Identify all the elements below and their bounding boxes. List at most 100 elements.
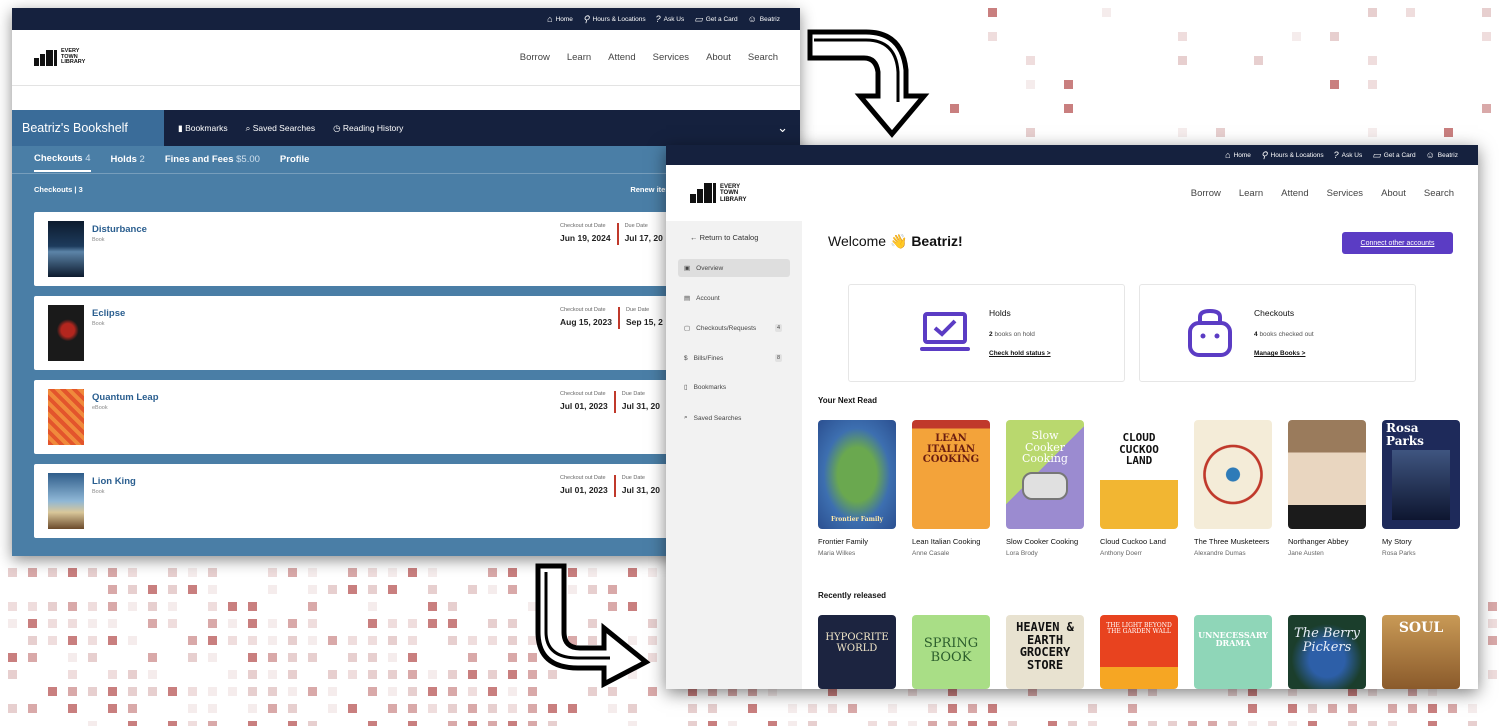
subtab-profile[interactable]: Profile xyxy=(280,154,310,165)
utility-ask[interactable]: ? Ask Us xyxy=(1334,150,1363,160)
book-card[interactable]: Slow Cooker Cooking Slow Cooker Cooking … xyxy=(1006,420,1084,557)
book-card[interactable]: Rosa Parks My Story Rosa Parks xyxy=(1382,420,1460,557)
sidebar-item-account[interactable]: ▤ Account xyxy=(678,289,790,307)
sidebar-item-bookmarks[interactable]: ▯ Bookmarks xyxy=(678,378,790,396)
book-title[interactable]: The Three Musketeers xyxy=(1194,537,1272,547)
pixel-square xyxy=(488,585,497,594)
item-title[interactable]: Quantum Leap xyxy=(92,392,159,403)
nav-borrow[interactable]: Borrow xyxy=(1191,188,1221,199)
item-title[interactable]: Eclipse xyxy=(92,308,125,319)
check-hold-status-link[interactable]: Check hold status > xyxy=(989,350,1051,357)
book-card[interactable]: LEAN ITALIAN COOKING Lean Italian Cookin… xyxy=(912,420,990,557)
pixel-square xyxy=(488,619,497,628)
utility-card[interactable]: ▭ Get a Card xyxy=(1372,150,1415,161)
library-logo[interactable]: EVERY TOWN LIBRARY xyxy=(690,183,746,203)
overview-icon: ▣ xyxy=(684,265,691,272)
library-logo[interactable]: EVERY TOWN LIBRARY xyxy=(34,48,85,67)
utility-home[interactable]: ⌂ Home xyxy=(547,14,573,24)
pixel-square xyxy=(448,636,457,645)
return-to-catalog-link[interactable]: ← Return to Catalog xyxy=(690,233,758,242)
pixel-square xyxy=(968,704,977,713)
checkouts-card: Checkouts 4 books checked out Manage Boo… xyxy=(1139,284,1416,382)
pixel-square xyxy=(788,704,797,713)
subtab-checkouts[interactable]: Checkouts 4 xyxy=(34,147,91,172)
book-title[interactable]: Slow Cooker Cooking xyxy=(1006,537,1084,547)
main-nav: Borrow Learn Attend Services About Searc… xyxy=(520,52,778,63)
main-nav: Borrow Learn Attend Services About Searc… xyxy=(1191,188,1454,199)
book-cover-image: Frontier Family xyxy=(818,420,896,529)
location-icon: ⚲ xyxy=(582,13,590,24)
chevron-down-icon[interactable]: ⌄ xyxy=(777,120,788,136)
book-title[interactable]: Lean Italian Cooking xyxy=(912,537,990,547)
sidebar-item-overview[interactable]: ▣ Overview xyxy=(678,259,790,277)
utility-user[interactable]: ☺ Beatriz xyxy=(748,14,780,24)
tab-bookmarks[interactable]: ▮ Bookmarks xyxy=(178,123,228,134)
utility-card[interactable]: ▭ Get a Card xyxy=(694,14,737,25)
book-title[interactable]: Cloud Cuckoo Land xyxy=(1100,537,1178,547)
utility-hours[interactable]: ⚲ Hours & Locations xyxy=(583,14,646,25)
item-title[interactable]: Lion King xyxy=(92,476,136,487)
pixel-square xyxy=(648,687,657,696)
book-card[interactable]: CLOUD CUCKOO LAND Cloud Cuckoo Land Anth… xyxy=(1100,420,1178,557)
book-title[interactable]: Northanger Abbey xyxy=(1288,537,1366,547)
pixel-square xyxy=(1088,721,1097,726)
nav-learn[interactable]: Learn xyxy=(567,52,591,63)
pixel-square xyxy=(488,704,497,713)
book-card[interactable]: Northanger Abbey Jane Austen xyxy=(1288,420,1366,557)
utility-hours[interactable]: ⚲ Hours & Locations xyxy=(1261,150,1324,161)
book-card[interactable]: The Three Musketeers Alexandre Dumas xyxy=(1194,420,1272,557)
pixel-square xyxy=(908,721,917,726)
utility-user[interactable]: ☺ Beatriz xyxy=(1426,150,1458,160)
nav-learn[interactable]: Learn xyxy=(1239,188,1263,199)
pixel-square xyxy=(1292,32,1301,41)
pixel-square xyxy=(108,636,117,645)
tab-saved-searches[interactable]: ⌕ Saved Searches xyxy=(246,123,316,134)
pixel-square xyxy=(108,585,117,594)
book-cover-image: Rosa Parks xyxy=(1382,420,1460,529)
nav-services[interactable]: Services xyxy=(653,52,689,63)
sidebar-item-label: Bookmarks xyxy=(693,383,727,391)
pixel-square xyxy=(208,568,217,577)
item-title[interactable]: Disturbance xyxy=(92,224,147,235)
utility-home[interactable]: ⌂ Home xyxy=(1225,150,1251,160)
subtab-label: Fines and Fees xyxy=(164,154,234,165)
pixel-square xyxy=(68,619,77,628)
pixel-square xyxy=(188,636,197,645)
pixel-square xyxy=(488,687,497,696)
sidebar-item-bills[interactable]: $ Bills/Fines 8 xyxy=(678,349,790,367)
new-dashboard-screenshot: ⌂ Home ⚲ Hours & Locations ? Ask Us ▭ Get a … xyxy=(666,145,1478,689)
sidebar-item-saved-searches[interactable]: ⌕ Saved Searches xyxy=(678,409,790,427)
nav-about[interactable]: About xyxy=(1381,188,1406,199)
nav-attend[interactable]: Attend xyxy=(608,52,635,63)
pixel-square xyxy=(308,636,317,645)
book-card[interactable]: Frontier Family Frontier Family Maria Wi… xyxy=(818,420,896,557)
pixel-square xyxy=(468,636,477,645)
nav-search[interactable]: Search xyxy=(748,52,778,63)
book-title[interactable]: Frontier Family xyxy=(818,537,896,547)
pixel-square xyxy=(1468,704,1477,713)
subtab-holds[interactable]: Holds 2 xyxy=(111,154,145,165)
pixel-square xyxy=(248,670,257,679)
pixel-square xyxy=(28,636,37,645)
nav-search[interactable]: Search xyxy=(1424,188,1454,199)
nav-attend[interactable]: Attend xyxy=(1281,188,1308,199)
pixel-square xyxy=(1488,670,1497,679)
connect-accounts-button[interactable]: Connect other accounts xyxy=(1342,232,1453,254)
subtab-label: Holds xyxy=(110,154,137,165)
pixel-square xyxy=(108,670,117,679)
pixel-square xyxy=(1268,721,1277,726)
nav-services[interactable]: Services xyxy=(1327,188,1363,199)
nav-borrow[interactable]: Borrow xyxy=(520,52,550,63)
tab-reading-history[interactable]: ◷ Reading History xyxy=(333,123,403,134)
book-cover-image: THE LIGHT BEYOND THE GARDEN WALL xyxy=(1100,615,1178,689)
sidebar-item-checkouts[interactable]: ▢ Checkouts/Requests 4 xyxy=(678,319,790,337)
manage-books-link[interactable]: Manage Books > xyxy=(1254,350,1305,357)
utility-ask[interactable]: ? Ask Us xyxy=(656,14,685,24)
pixel-square xyxy=(208,602,217,611)
pixel-square xyxy=(428,602,437,611)
book-title[interactable]: My Story xyxy=(1382,537,1460,547)
checkout-date: Jun 19, 2024 xyxy=(560,233,611,243)
subtab-fines[interactable]: Fines and Fees $5.00 xyxy=(165,154,260,165)
nav-about[interactable]: About xyxy=(706,52,731,63)
pixel-square xyxy=(88,602,97,611)
